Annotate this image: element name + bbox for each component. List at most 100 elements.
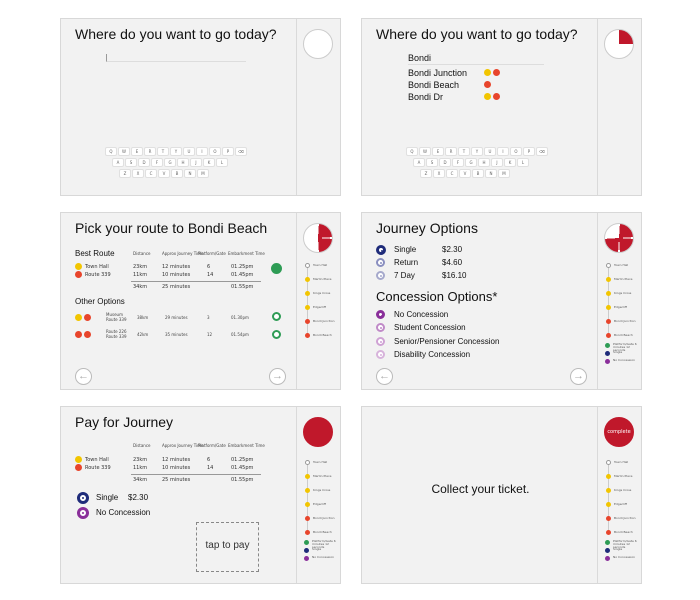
key-z[interactable]: Z xyxy=(420,169,432,178)
key-d[interactable]: D xyxy=(439,158,451,167)
key-d[interactable]: D xyxy=(138,158,150,167)
key-x[interactable]: X xyxy=(132,169,144,178)
search-input[interactable]: Bondi xyxy=(408,53,431,63)
key-n[interactable]: N xyxy=(485,169,497,178)
back-arrow-icon[interactable]: ← xyxy=(376,368,393,385)
key-q[interactable]: Q xyxy=(105,147,117,156)
key-m[interactable]: M xyxy=(197,169,209,178)
key-o[interactable]: O xyxy=(510,147,522,156)
route-stop-label: Bondi Beach xyxy=(313,333,332,337)
route-line xyxy=(307,265,308,335)
route-stop-label: Bondi Junction xyxy=(313,319,335,323)
key-p[interactable]: P xyxy=(222,147,234,156)
key-s[interactable]: S xyxy=(426,158,438,167)
leg-gate: 14 xyxy=(207,465,214,471)
option-gate: 3 xyxy=(207,315,210,320)
key-i[interactable]: I xyxy=(196,147,208,156)
key-s[interactable]: S xyxy=(125,158,137,167)
key-t[interactable]: T xyxy=(458,147,470,156)
backspace-key[interactable]: ⌫ xyxy=(536,147,548,156)
concession-none-radio[interactable] xyxy=(376,310,385,319)
complete-badge: complete xyxy=(604,417,634,447)
back-arrow-icon[interactable]: ← xyxy=(75,368,92,385)
key-j[interactable]: J xyxy=(491,158,503,167)
key-v[interactable]: V xyxy=(459,169,471,178)
fare-price: $16.10 xyxy=(442,271,467,280)
concession-student-radio[interactable] xyxy=(376,323,385,332)
key-g[interactable]: G xyxy=(164,158,176,167)
key-f[interactable]: F xyxy=(452,158,464,167)
key-v[interactable]: V xyxy=(158,169,170,178)
bus-icon xyxy=(493,93,500,100)
bus-stop-icon xyxy=(305,333,310,338)
key-z[interactable]: Z xyxy=(119,169,131,178)
bus-icon xyxy=(493,69,500,76)
key-b[interactable]: B xyxy=(171,169,183,178)
key-f[interactable]: F xyxy=(151,158,163,167)
next-arrow-icon[interactable]: → xyxy=(570,368,587,385)
key-i[interactable]: I xyxy=(497,147,509,156)
key-a[interactable]: A xyxy=(413,158,425,167)
leg-name: Route 339 xyxy=(85,465,111,471)
key-u[interactable]: U xyxy=(484,147,496,156)
key-u[interactable]: U xyxy=(183,147,195,156)
legend-icon xyxy=(304,540,309,545)
concession-senior-radio[interactable] xyxy=(376,337,385,346)
key-j[interactable]: J xyxy=(190,158,202,167)
bus-stop-icon xyxy=(305,530,310,535)
key-c[interactable]: C xyxy=(446,169,458,178)
fare-7day-radio[interactable] xyxy=(376,271,385,280)
key-b[interactable]: B xyxy=(472,169,484,178)
key-y[interactable]: Y xyxy=(471,147,483,156)
leg-time: 12 minutes xyxy=(162,264,191,270)
key-q[interactable]: Q xyxy=(406,147,418,156)
key-y[interactable]: Y xyxy=(170,147,182,156)
key-g[interactable]: G xyxy=(465,158,477,167)
legend-label: Single xyxy=(312,547,322,551)
key-k[interactable]: K xyxy=(203,158,215,167)
key-x[interactable]: X xyxy=(433,169,445,178)
fare-price: $2.30 xyxy=(442,245,463,254)
key-l[interactable]: L xyxy=(517,158,529,167)
keyboard-row: ZXCVBNM xyxy=(420,169,510,178)
key-l[interactable]: L xyxy=(216,158,228,167)
concession-disability-radio[interactable] xyxy=(376,350,385,359)
key-h[interactable]: H xyxy=(478,158,490,167)
suggestion-bondi-junction[interactable]: Bondi Junction xyxy=(408,68,467,78)
leg-embark: 01.25pm xyxy=(231,457,254,463)
key-r[interactable]: R xyxy=(144,147,156,156)
key-a[interactable]: A xyxy=(112,158,124,167)
leg-embark: 01.45pm xyxy=(231,465,254,471)
key-h[interactable]: H xyxy=(177,158,189,167)
route-stop-label: Kings Cross xyxy=(313,291,331,295)
select-option-button[interactable] xyxy=(272,330,281,339)
train-stop-icon xyxy=(305,474,310,479)
screen-title: Journey Options xyxy=(376,220,478,236)
route-line xyxy=(307,462,308,532)
suggestion-bondi-dr[interactable]: Bondi Dr xyxy=(408,92,443,102)
key-w[interactable]: W xyxy=(419,147,431,156)
key-c[interactable]: C xyxy=(145,169,157,178)
key-e[interactable]: E xyxy=(432,147,444,156)
select-route-button[interactable] xyxy=(271,263,282,274)
key-o[interactable]: O xyxy=(209,147,221,156)
search-input[interactable] xyxy=(106,54,246,62)
key-n[interactable]: N xyxy=(184,169,196,178)
key-w[interactable]: W xyxy=(118,147,130,156)
key-e[interactable]: E xyxy=(131,147,143,156)
suggestion-bondi-beach[interactable]: Bondi Beach xyxy=(408,80,459,90)
next-arrow-icon[interactable]: → xyxy=(269,368,286,385)
fare-label: Single xyxy=(394,245,417,254)
key-p[interactable]: P xyxy=(523,147,535,156)
fare-single-radio[interactable] xyxy=(376,245,386,255)
route-stop-label: Edgecliff xyxy=(313,305,326,309)
backspace-key[interactable]: ⌫ xyxy=(235,147,247,156)
select-option-button[interactable] xyxy=(272,312,281,321)
key-k[interactable]: K xyxy=(504,158,516,167)
tap-to-pay-area[interactable]: tap to pay xyxy=(196,522,259,572)
fare-return-radio[interactable] xyxy=(376,258,385,267)
key-m[interactable]: M xyxy=(498,169,510,178)
key-r[interactable]: R xyxy=(445,147,457,156)
leg-gate: 14 xyxy=(207,272,214,278)
key-t[interactable]: T xyxy=(157,147,169,156)
